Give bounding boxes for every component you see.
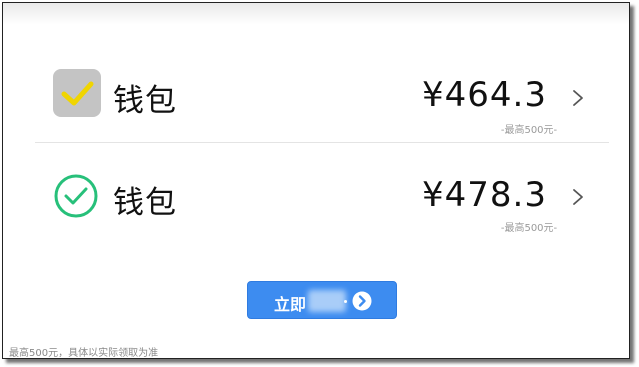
wallet-option-label: 钱包 [113,185,177,221]
top-fade [3,3,629,25]
wallet-option-label: 钱包 [113,83,177,119]
claim-now-label: 立即 [274,295,307,314]
wallet-selection-panel: 钱包 ¥464.3 -最高500元- 钱包 ¥478.3 -最高500元- 立即 [2,2,630,359]
label-dot [344,300,347,303]
max-amount-note: -最高500元- [500,223,558,234]
max-amount-note: -最高500元- [500,125,558,136]
redacted-text-blur [308,290,346,312]
arrow-right-circle-icon [352,291,372,311]
checkbox-checked-icon[interactable] [53,69,101,117]
circle-check-icon[interactable] [53,173,99,219]
chevron-right-icon[interactable] [571,187,585,207]
footnote: 最高500元，具体以实际领取为准 [9,348,159,359]
divider [35,142,609,143]
wallet-option-2[interactable]: 钱包 ¥478.3 -最高500元- [3,155,629,235]
wallet-option-1[interactable]: 钱包 ¥464.3 -最高500元- [3,61,629,141]
chevron-right-icon[interactable] [571,88,585,108]
claim-now-button[interactable]: 立即 [247,281,397,319]
wallet-option-amount: ¥478.3 [422,175,547,215]
wallet-option-amount: ¥464.3 [422,75,547,115]
